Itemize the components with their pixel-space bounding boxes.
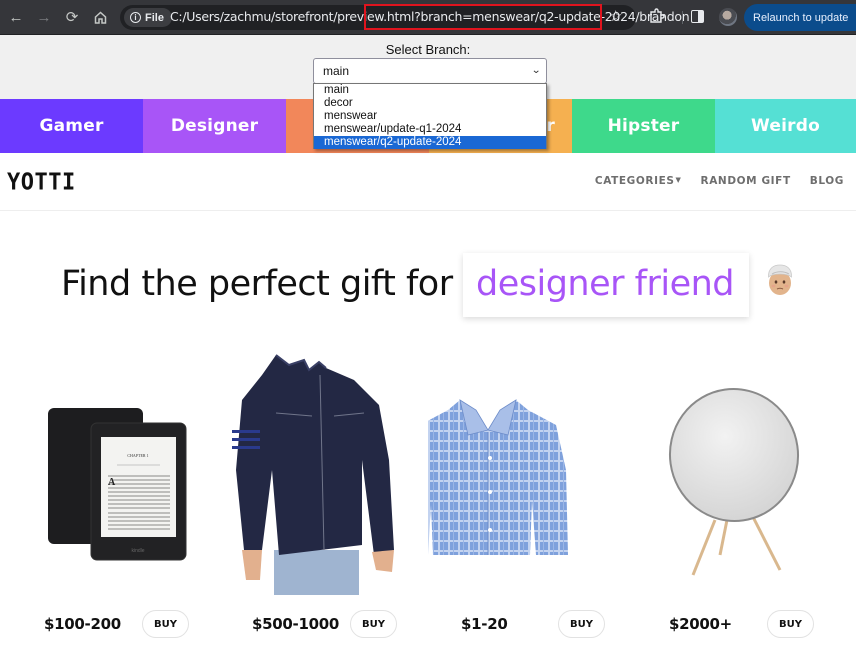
product-price: $100-200: [44, 615, 121, 633]
product-card: $2000+ BUY: [642, 340, 856, 655]
branch-option[interactable]: menswear: [314, 110, 546, 123]
branch-option[interactable]: menswear/update-q1-2024: [314, 123, 546, 136]
kindle-ereader-image[interactable]: CHAPTER 1 A kindle: [0, 340, 214, 600]
profile-avatar[interactable]: [719, 8, 737, 26]
category-label: Weirdo: [751, 116, 820, 136]
leather-jacket-image[interactable]: [214, 340, 428, 600]
hero-prefix: Find the perfect gift for: [61, 264, 453, 304]
branch-option[interactable]: main: [314, 84, 546, 97]
person-with-turban-emoji-icon: [764, 263, 796, 297]
forward-icon[interactable]: →: [30, 3, 58, 31]
info-icon: i: [130, 12, 141, 23]
category-hipster[interactable]: Hipster: [572, 99, 715, 153]
bookmark-star-icon[interactable]: ☆: [609, 7, 622, 25]
category-weirdo[interactable]: Weirdo: [715, 99, 856, 153]
url-path: C:/Users/zachmu/storefront/preview.html: [170, 9, 415, 24]
yotti-logo[interactable]: YOTTI: [7, 169, 76, 195]
relaunch-label: Relaunch to update: [753, 11, 849, 24]
svg-text:A: A: [108, 477, 116, 488]
nav-blog[interactable]: BLOG: [810, 175, 844, 187]
buy-button[interactable]: BUY: [558, 610, 605, 638]
main-nav: CATEGORIES▼ RANDOM GIFT BLOG: [595, 175, 844, 187]
category-gamer[interactable]: Gamer: [0, 99, 143, 153]
extensions-puzzle-icon[interactable]: [648, 7, 666, 25]
nav-label: BLOG: [809, 175, 844, 187]
category-label: Gamer: [39, 116, 104, 136]
nav-categories[interactable]: CATEGORIES▼: [595, 175, 682, 187]
chevron-down-icon: ⌄: [530, 65, 541, 76]
product-card: $500-1000 BUY: [214, 340, 428, 655]
back-icon[interactable]: ←: [2, 3, 30, 31]
category-designer[interactable]: Designer: [143, 99, 286, 153]
svg-text:CHAPTER 1: CHAPTER 1: [127, 453, 148, 458]
site-header: YOTTI CATEGORIES▼ RANDOM GIFT BLOG: [0, 153, 856, 211]
relaunch-to-update-button[interactable]: Relaunch to update ⋮: [744, 4, 856, 31]
browser-toolbar: ← → ⟳ i File C:/Users/zachmu/storefront/…: [0, 0, 856, 35]
product-price: $2000+: [669, 615, 732, 633]
home-icon[interactable]: [86, 3, 114, 31]
product-card: $1-20 BUY: [406, 340, 642, 655]
buy-button[interactable]: BUY: [142, 610, 189, 638]
branch-label: Select Branch:: [385, 42, 471, 57]
product-price: $500-1000: [252, 615, 340, 633]
site-info-chip[interactable]: i File: [124, 8, 172, 27]
plaid-shirt-image[interactable]: [406, 340, 642, 600]
product-card: CHAPTER 1 A kindle $100-200 BUY: [0, 340, 214, 655]
caret-down-icon: ▼: [675, 176, 682, 184]
nav-random-gift[interactable]: RANDOM GIFT: [701, 175, 791, 187]
address-bar[interactable]: i File C:/Users/zachmu/storefront/previe…: [120, 5, 690, 30]
nav-label: RANDOM GIFT: [700, 175, 791, 187]
branch-select-value: main: [323, 64, 350, 78]
nav-label: CATEGORIES: [594, 175, 675, 187]
category-label: Designer: [170, 116, 259, 136]
side-panel-icon[interactable]: [691, 10, 704, 23]
product-price: $1-20: [461, 615, 508, 633]
category-label: Hipster: [607, 116, 680, 136]
reload-icon[interactable]: ⟳: [58, 3, 86, 31]
svg-text:kindle: kindle: [131, 548, 144, 554]
branch-dropdown-list: main decor menswear menswear/update-q1-2…: [313, 83, 547, 149]
branch-select[interactable]: main ⌄: [313, 58, 547, 84]
round-speaker-image[interactable]: [642, 340, 856, 600]
toolbar-separator: [682, 11, 683, 24]
branch-option[interactable]: decor: [314, 97, 546, 110]
hero: Find the perfect gift for designer frien…: [0, 250, 856, 320]
buy-button[interactable]: BUY: [350, 610, 397, 638]
buy-button[interactable]: BUY: [767, 610, 814, 638]
file-label: File: [145, 11, 164, 24]
branch-option-highlighted[interactable]: menswear/q2-update-2024: [314, 136, 546, 149]
hero-highlight-text[interactable]: designer friend: [476, 264, 735, 304]
